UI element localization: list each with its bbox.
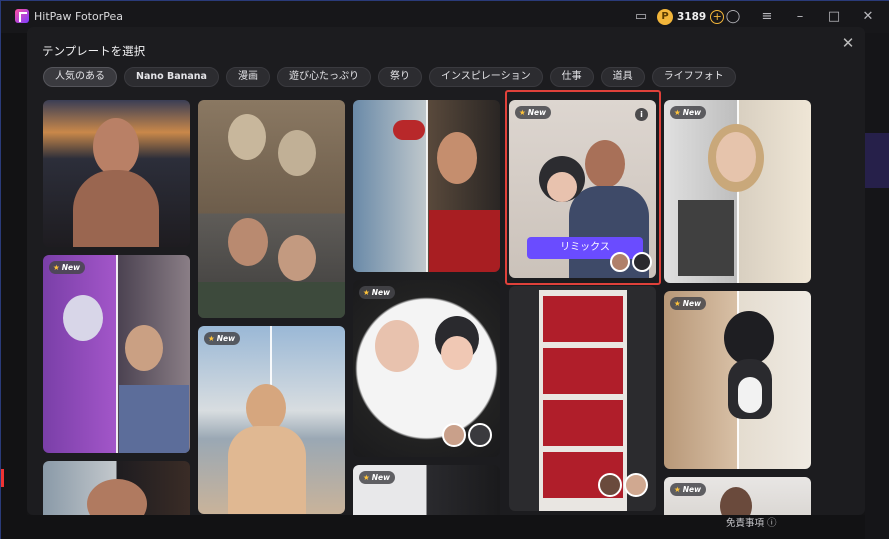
portrait-hair	[720, 487, 752, 515]
star-icon: ★	[208, 334, 215, 343]
selection-highlight	[505, 90, 661, 285]
star-icon: ★	[674, 108, 681, 117]
credits-pill[interactable]: P 3189 +	[657, 7, 725, 27]
coin-icon: P	[657, 9, 673, 25]
anime-face	[63, 295, 103, 341]
portrait-face	[87, 479, 147, 515]
category-chip-festival[interactable]: 祭り	[377, 67, 422, 87]
red-shirt	[429, 210, 500, 272]
portrait-body	[73, 170, 159, 247]
modal-close-icon[interactable]: ✕	[841, 36, 855, 51]
strip-frame	[543, 400, 623, 446]
sample-thumb	[624, 473, 648, 497]
modal-title: テンプレートを選択	[42, 44, 146, 58]
compare-divider	[426, 100, 428, 272]
strip-frame	[543, 348, 623, 394]
template-card[interactable]: ★ New	[198, 326, 345, 514]
compare-divider	[116, 255, 118, 453]
template-card[interactable]: ★ New	[664, 291, 811, 469]
roses	[393, 120, 425, 140]
new-badge-label: New	[371, 288, 391, 297]
category-chip-playful[interactable]: 遊び心たっぷり	[276, 67, 371, 87]
vintage-face-woman	[278, 130, 316, 176]
strip-frame	[543, 296, 623, 342]
vintage-face-man	[228, 114, 266, 160]
category-chip-tools[interactable]: 道具	[600, 67, 645, 87]
new-badge: ★ New	[670, 106, 707, 119]
new-badge: ★ New	[670, 483, 707, 496]
bw-figure	[678, 200, 734, 276]
sample-thumb	[468, 423, 492, 447]
new-badge: ★ New	[359, 471, 396, 484]
category-chip-life-photo[interactable]: ライフフォト	[651, 67, 736, 87]
star-icon: ★	[674, 485, 681, 494]
penguin-belly	[738, 377, 762, 413]
sample-thumb	[442, 423, 466, 447]
category-chip-inspiration[interactable]: インスピレーション	[428, 67, 543, 87]
template-card[interactable]	[198, 100, 345, 318]
beach-body	[228, 426, 306, 514]
template-card[interactable]: ★ New	[43, 255, 190, 453]
restored-uniform	[198, 282, 345, 318]
add-credits-icon[interactable]: +	[710, 10, 725, 24]
restored-face-man	[228, 218, 268, 266]
new-badge-label: New	[682, 108, 702, 117]
sample-thumbs	[442, 423, 492, 447]
template-card[interactable]	[43, 100, 190, 247]
new-badge-label: New	[216, 334, 236, 343]
doll-face	[441, 336, 473, 370]
star-icon: ★	[53, 263, 60, 272]
new-badge-label: New	[682, 299, 702, 308]
star-icon: ★	[363, 288, 370, 297]
star-icon: ★	[674, 299, 681, 308]
app-logo-icon	[15, 9, 29, 23]
blonde-face	[716, 132, 756, 182]
new-badge-label: New	[61, 263, 81, 272]
user-icon[interactable]: ◯	[725, 9, 741, 25]
man-face	[437, 132, 477, 184]
sample-thumbs	[598, 473, 648, 497]
background-sidebar	[1, 33, 27, 539]
new-badge: ★ New	[359, 286, 396, 299]
category-chip-manga[interactable]: 漫画	[225, 67, 270, 87]
template-card[interactable]	[353, 100, 500, 272]
category-chip-nano-banana[interactable]: Nano Banana	[124, 67, 219, 87]
star-icon: ★	[363, 473, 370, 482]
category-chip-popular[interactable]: 人気のある	[43, 67, 117, 87]
app-window: HitPaw FotorPea ▭ P 3189 + ◯ ≡ – □ ✕ 免責事…	[0, 0, 889, 539]
beach-face	[246, 384, 286, 432]
credits-count: 3189	[677, 11, 707, 23]
photo-blanket	[119, 385, 189, 453]
new-badge: ★ New	[204, 332, 241, 345]
background-marker	[1, 469, 4, 487]
close-icon[interactable]: ✕	[860, 9, 876, 25]
maximize-icon[interactable]: □	[826, 9, 842, 25]
template-modal: テンプレートを選択 ✕ 人気のある Nano Banana 漫画 遊び心たっぷり…	[27, 27, 865, 515]
disclaimer-link[interactable]: 免責事項 ⓘ	[726, 515, 777, 529]
template-card[interactable]	[509, 286, 656, 511]
sample-thumb	[598, 473, 622, 497]
portrait-face	[93, 118, 139, 176]
template-card[interactable]: ★ New	[353, 465, 500, 515]
new-badge: ★ New	[670, 297, 707, 310]
minimize-icon[interactable]: –	[792, 9, 808, 25]
chat-icon[interactable]: ▭	[633, 9, 649, 25]
photo-face	[125, 325, 163, 371]
penguin-head	[724, 311, 774, 365]
category-chip-work[interactable]: 仕事	[549, 67, 594, 87]
restored-face-woman	[278, 235, 316, 281]
menu-icon[interactable]: ≡	[759, 9, 775, 25]
girl-face	[375, 320, 419, 372]
background-panel	[865, 33, 889, 539]
template-card[interactable]: ★ New	[664, 100, 811, 283]
app-title: HitPaw FotorPea	[34, 10, 123, 23]
template-card[interactable]: ★ New	[353, 280, 500, 457]
template-card[interactable]	[43, 461, 190, 515]
category-chips: 人気のある Nano Banana 漫画 遊び心たっぷり 祭り インスピレーショ…	[43, 67, 736, 87]
template-grid: ★ New ★ New ★ New ★ New ★ New i リミックス ★ …	[43, 100, 813, 515]
new-badge-label: New	[371, 473, 391, 482]
template-card[interactable]: ★ New	[664, 477, 811, 515]
new-badge: ★ New	[49, 261, 86, 274]
new-badge-label: New	[682, 485, 702, 494]
